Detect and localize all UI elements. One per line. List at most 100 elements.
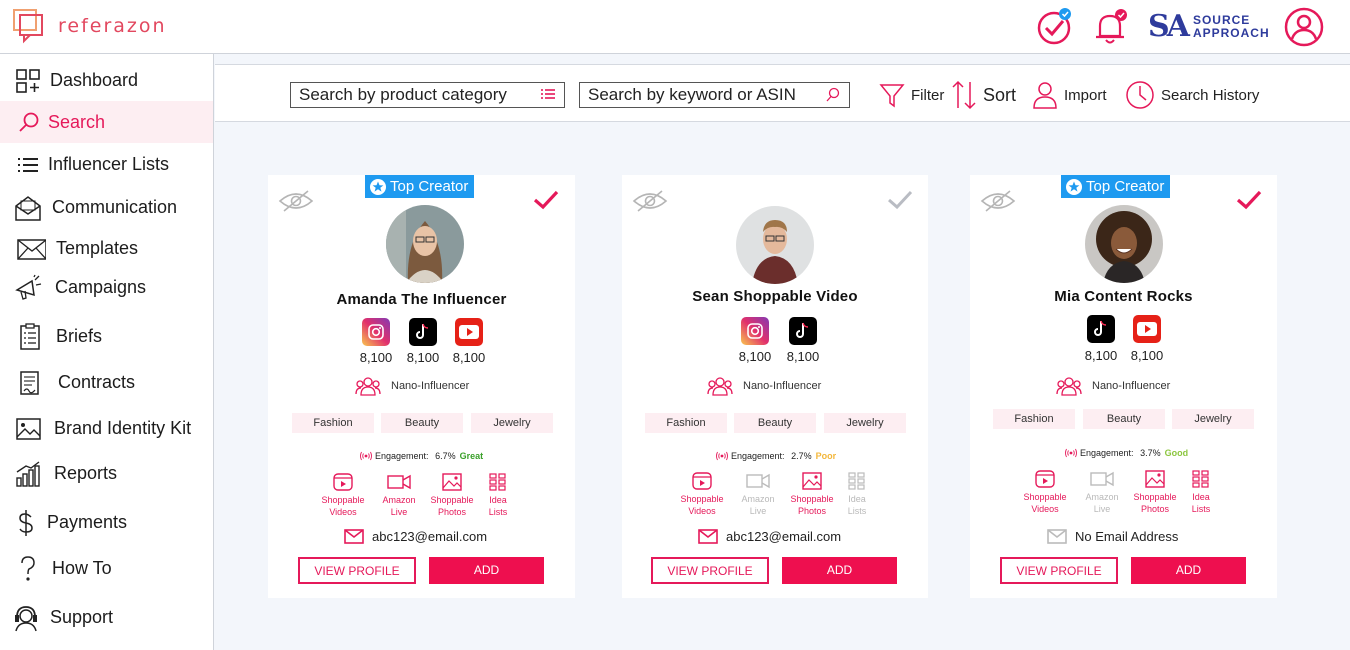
tiktok-icon[interactable] <box>409 318 437 346</box>
email-address[interactable]: abc123@email.com <box>372 529 487 544</box>
category-tag: Jewelry <box>1172 409 1254 429</box>
sidebar-item-briefs[interactable]: Briefs <box>0 315 213 357</box>
add-button[interactable]: ADD <box>782 557 897 584</box>
avatar[interactable] <box>1085 205 1163 283</box>
user-account-icon[interactable] <box>1283 6 1325 53</box>
category-tag: Fashion <box>993 409 1075 429</box>
influencer-name[interactable]: Mia Content Rocks <box>970 288 1277 305</box>
youtube-icon[interactable] <box>1133 315 1161 343</box>
engagement-value: 3.7% <box>1140 448 1161 458</box>
sidebar-item-brand-identity-kit[interactable]: Brand Identity Kit <box>0 407 213 449</box>
sidebar-item-label: Influencer Lists <box>48 153 170 174</box>
category-tag: Beauty <box>381 413 463 433</box>
instagram-icon[interactable] <box>362 318 390 346</box>
sidebar-item-influencer-lists[interactable]: Influencer Lists <box>0 143 213 185</box>
sidebar-item-label: Brand Identity Kit <box>54 417 192 438</box>
view-profile-button[interactable]: VIEW PROFILE <box>1000 557 1118 584</box>
youtube-icon[interactable] <box>455 318 483 346</box>
email-address[interactable]: abc123@email.com <box>726 529 841 544</box>
feature-line2: Live <box>390 507 408 517</box>
sidebar-nav: Dashboard Search Influencer Lists Commun… <box>0 54 214 650</box>
sort-icon <box>952 80 976 110</box>
engagement-value: 2.7% <box>791 451 812 461</box>
dashboard-icon <box>16 69 40 93</box>
hide-eye-icon[interactable] <box>980 189 1016 213</box>
influencer-name[interactable]: Amanda The Influencer <box>268 291 575 308</box>
feature-line2: Photos <box>797 506 827 516</box>
instagram-icon[interactable] <box>741 317 769 345</box>
feature-line2: Live <box>1093 504 1111 514</box>
category-tag: Jewelry <box>824 413 906 433</box>
video-camera-icon <box>746 473 770 489</box>
megaphone-icon <box>15 274 42 300</box>
feature-line1: Amazon <box>741 494 775 504</box>
hide-eye-icon[interactable] <box>632 189 668 213</box>
search-history-button[interactable]: Search History <box>1125 79 1259 111</box>
top-creator-badge: Top Creator <box>1061 175 1171 198</box>
tasks-check-icon[interactable] <box>1036 6 1074 51</box>
filter-icon <box>879 84 905 108</box>
sidebar-item-label: Communication <box>52 196 178 217</box>
sidebar-item-contracts[interactable]: Contracts <box>0 361 213 403</box>
category-tag: Beauty <box>1083 409 1165 429</box>
search-toolbar: Search by product category Search by key… <box>215 64 1350 122</box>
tiktok-icon[interactable] <box>1087 315 1115 343</box>
feature-line2: Live <box>749 506 767 516</box>
hide-eye-icon[interactable] <box>278 189 314 213</box>
sidebar-item-support[interactable]: Support <box>0 596 213 638</box>
group-icon <box>707 377 733 396</box>
sort-label: Sort <box>983 84 1017 105</box>
view-profile-button[interactable]: VIEW PROFILE <box>651 557 769 584</box>
follower-count: 8,100 <box>738 349 772 364</box>
signal-icon <box>716 451 728 461</box>
referazon-logo[interactable]: referazon <box>12 8 167 44</box>
add-button[interactable]: ADD <box>1131 557 1246 584</box>
influencer-name[interactable]: Sean Shoppable Video <box>622 288 928 305</box>
keyword-search-input[interactable]: Search by keyword or ASIN <box>579 82 850 108</box>
notification-bell-icon[interactable] <box>1092 6 1130 51</box>
star-badge-icon <box>1066 178 1082 195</box>
star-badge-icon <box>370 178 386 195</box>
avatar[interactable] <box>386 205 464 283</box>
tier-label: Nano-Influencer <box>391 380 470 392</box>
engagement-label: Engagement: <box>731 451 785 461</box>
unselected-check-icon[interactable] <box>886 189 914 211</box>
sidebar-item-payments[interactable]: Payments <box>0 501 213 543</box>
sidebar-item-label: Dashboard <box>50 69 139 90</box>
dollar-icon <box>19 510 33 536</box>
sidebar-item-campaigns[interactable]: Campaigns <box>0 266 213 308</box>
engagement-row: Engagement: 3.7% Good <box>1065 448 1188 458</box>
brand-word-source: SOURCE <box>1192 12 1251 27</box>
sidebar-item-how-to[interactable]: How To <box>0 547 213 589</box>
import-button[interactable]: Import <box>1032 79 1107 111</box>
product-category-select[interactable]: Search by product category <box>290 82 565 108</box>
top-creator-badge: Top Creator <box>365 175 475 198</box>
selected-check-icon[interactable] <box>1235 189 1263 211</box>
sidebar-item-reports[interactable]: Reports <box>0 452 213 494</box>
source-approach-logo[interactable]: SA SOURCE APPROACH <box>1148 9 1270 44</box>
selected-check-icon[interactable] <box>532 189 560 211</box>
avatar[interactable] <box>736 206 814 284</box>
video-camera-icon <box>1090 471 1114 487</box>
follower-count: 8,100 <box>1084 348 1118 363</box>
feature-line1: Shoppable <box>321 495 365 505</box>
tiktok-icon[interactable] <box>789 317 817 345</box>
feature-idea-lists: Idea Lists <box>830 472 884 517</box>
feature-line1: Shoppable <box>680 494 724 504</box>
sort-button[interactable]: Sort <box>951 79 1016 111</box>
sidebar-item-dashboard[interactable]: Dashboard <box>0 59 213 101</box>
feature-line2: Lists <box>1191 504 1211 514</box>
category-placeholder: Search by product category <box>299 85 507 104</box>
feature-line1: Shoppable <box>430 495 474 505</box>
sidebar-item-templates[interactable]: Templates <box>0 227 213 269</box>
filter-button[interactable]: Filter <box>879 79 944 111</box>
feature-amazon-live: Amazon Live <box>1075 470 1129 515</box>
sidebar-item-search[interactable]: Search <box>0 101 213 143</box>
view-profile-button[interactable]: VIEW PROFILE <box>298 557 416 584</box>
photo-icon <box>442 473 462 491</box>
influencer-card: Top Creator Amanda The Influencer 8,100 … <box>268 175 575 598</box>
add-button[interactable]: ADD <box>429 557 544 584</box>
feature-shoppable-videos: Shoppable Videos <box>675 472 729 517</box>
sidebar-item-communication[interactable]: Communication <box>0 186 213 228</box>
category-tag: Fashion <box>292 413 374 433</box>
